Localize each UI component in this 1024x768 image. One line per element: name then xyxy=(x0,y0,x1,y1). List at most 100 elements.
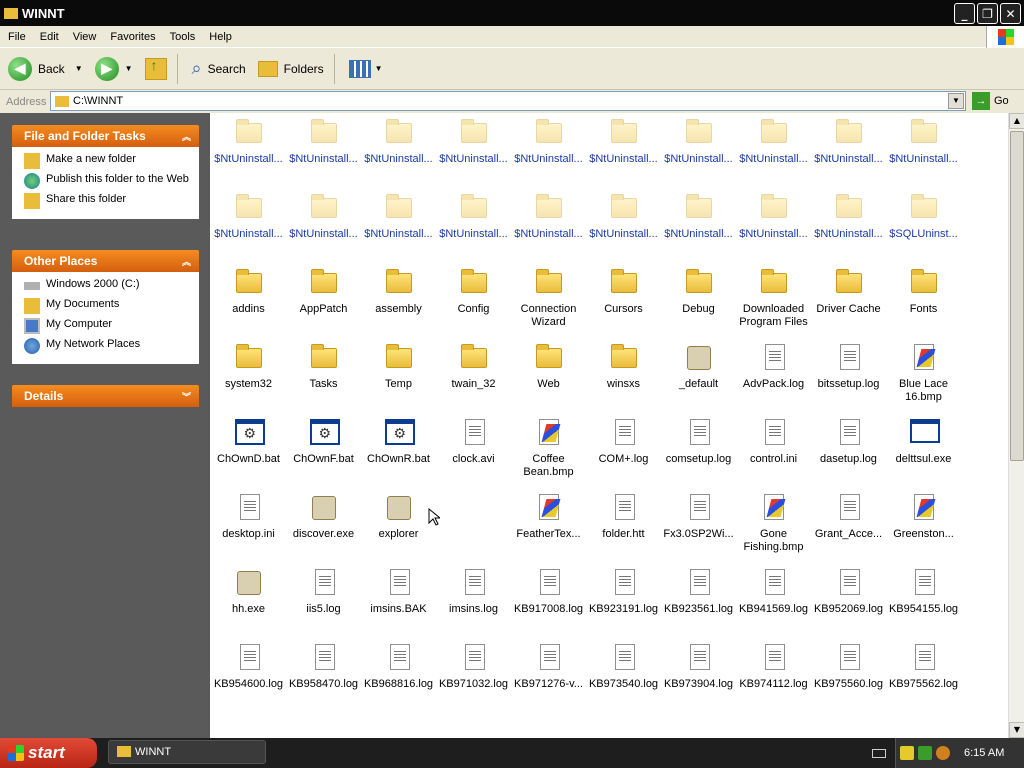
expand-chevron-icon[interactable]: ︾ xyxy=(182,390,191,403)
file-item[interactable]: Gone Fishing.bmp xyxy=(736,492,811,554)
file-item[interactable]: Cursors xyxy=(586,267,661,316)
scroll-thumb[interactable] xyxy=(1010,131,1024,461)
file-item[interactable]: KB941569.log xyxy=(736,567,811,616)
file-item[interactable]: iis5.log xyxy=(286,567,361,616)
forward-button[interactable]: ▶ ▼ xyxy=(91,51,137,87)
taskbar-button-winnt[interactable]: WINNT xyxy=(108,740,266,764)
file-item[interactable]: hh.exe xyxy=(211,567,286,616)
task-publish-to-web[interactable]: Publish this folder to the Web xyxy=(24,173,199,193)
file-item[interactable]: clock.avi xyxy=(436,417,511,466)
menu-tools[interactable]: Tools xyxy=(164,31,202,43)
file-item[interactable]: delttsul.exe xyxy=(886,417,961,466)
file-item[interactable]: $NtUninstall... xyxy=(736,192,811,241)
menu-file[interactable]: File xyxy=(2,31,32,43)
file-item[interactable]: $NtUninstall... xyxy=(511,117,586,166)
file-item[interactable]: $NtUninstall... xyxy=(436,192,511,241)
file-item[interactable]: system32 xyxy=(211,342,286,391)
file-item[interactable]: Config xyxy=(436,267,511,316)
file-item[interactable]: KB973540.log xyxy=(586,642,661,691)
file-item[interactable]: KB958470.log xyxy=(286,642,361,691)
file-item[interactable]: Web xyxy=(511,342,586,391)
file-list-view[interactable]: $NtUninstall... $NtUninstall... $NtUninsta… xyxy=(210,113,1008,738)
place-my-documents[interactable]: My Documents xyxy=(24,298,199,318)
file-item[interactable]: KB923191.log xyxy=(586,567,661,616)
file-item[interactable]: ChOwnR.bat xyxy=(361,417,436,466)
search-button[interactable]: ⌕ Search xyxy=(188,51,250,87)
file-item[interactable]: KB971276-v... xyxy=(511,642,586,691)
file-item[interactable]: Blue Lace 16.bmp xyxy=(886,342,961,404)
file-item[interactable]: control.ini xyxy=(736,417,811,466)
other-places-header[interactable]: Other Places ︽ xyxy=(12,250,199,272)
file-item[interactable]: desktop.ini xyxy=(211,492,286,541)
folders-button[interactable]: Folders xyxy=(254,51,328,87)
file-item[interactable]: discover.exe xyxy=(286,492,361,541)
file-item[interactable]: $NtUninstall... xyxy=(211,117,286,166)
place-my-computer[interactable]: My Computer xyxy=(24,318,199,338)
file-item[interactable]: $NtUninstall... xyxy=(286,117,361,166)
maximize-button[interactable]: ❐ xyxy=(977,3,998,24)
file-item[interactable]: Fx3.0SP2Wi... xyxy=(661,492,736,541)
security-shield-icon[interactable] xyxy=(900,746,914,760)
file-item[interactable]: $NtUninstall... xyxy=(661,192,736,241)
close-button[interactable]: ✕ xyxy=(1000,3,1021,24)
file-item[interactable]: KB975562.log xyxy=(886,642,961,691)
collapse-chevron-icon[interactable]: ︽ xyxy=(182,255,191,268)
search-icon[interactable] xyxy=(936,746,950,760)
file-item[interactable]: COM+.log xyxy=(586,417,661,466)
file-item[interactable]: KB975560.log xyxy=(811,642,886,691)
place-my-network-places[interactable]: My Network Places xyxy=(24,338,199,358)
file-item[interactable]: Driver Cache xyxy=(811,267,886,316)
address-dropdown-button[interactable]: ▼ xyxy=(948,93,964,109)
chevron-down-icon[interactable]: ▼ xyxy=(125,64,133,73)
menu-view[interactable]: View xyxy=(67,31,103,43)
file-item[interactable]: $NtUninstall... xyxy=(811,192,886,241)
vertical-scrollbar[interactable]: ▲ ▼ xyxy=(1008,113,1024,738)
scroll-down-button[interactable]: ▼ xyxy=(1009,722,1024,738)
file-item[interactable]: KB968816.log xyxy=(361,642,436,691)
minimize-button[interactable]: _ xyxy=(954,3,975,24)
chevron-down-icon[interactable]: ▼ xyxy=(375,64,383,73)
menu-edit[interactable]: Edit xyxy=(34,31,65,43)
file-item[interactable]: Temp xyxy=(361,342,436,391)
up-folder-button[interactable]: ↑ xyxy=(141,51,171,87)
scroll-up-button[interactable]: ▲ xyxy=(1009,113,1024,129)
file-item[interactable]: $NtUninstall... xyxy=(361,192,436,241)
network-icon[interactable] xyxy=(918,746,932,760)
menu-help[interactable]: Help xyxy=(203,31,238,43)
address-input[interactable]: C:\WINNT ▼ xyxy=(50,91,966,111)
file-item[interactable]: addins xyxy=(211,267,286,316)
file-item[interactable]: imsins.log xyxy=(436,567,511,616)
details-header[interactable]: Details ︾ xyxy=(12,385,199,407)
file-item[interactable]: $NtUninstall... xyxy=(661,117,736,166)
file-item[interactable]: FeatherTex... xyxy=(511,492,586,541)
file-item[interactable]: AdvPack.log xyxy=(736,342,811,391)
file-item[interactable]: comsetup.log xyxy=(661,417,736,466)
file-item[interactable]: folder.htt xyxy=(586,492,661,541)
file-item[interactable]: $NtUninstall... xyxy=(436,117,511,166)
file-item[interactable]: KB971032.log xyxy=(436,642,511,691)
clock[interactable]: 6:15 AM xyxy=(964,747,1004,759)
file-item[interactable]: $NtUninstall... xyxy=(586,192,661,241)
file-item[interactable]: dasetup.log xyxy=(811,417,886,466)
file-item[interactable]: KB954155.log xyxy=(886,567,961,616)
go-button[interactable]: → Go xyxy=(972,92,1009,110)
file-item[interactable]: $NtUninstall... xyxy=(511,192,586,241)
file-item[interactable]: Connection Wizard xyxy=(511,267,586,329)
file-item[interactable]: KB923561.log xyxy=(661,567,736,616)
file-item[interactable]: Grant_Acce... xyxy=(811,492,886,541)
file-item[interactable]: _default xyxy=(661,342,736,391)
file-item[interactable]: Greenston... xyxy=(886,492,961,541)
file-item[interactable]: bitssetup.log xyxy=(811,342,886,391)
file-item[interactable]: AppPatch xyxy=(286,267,361,316)
file-item[interactable]: $NtUninstall... xyxy=(361,117,436,166)
file-item[interactable]: KB952069.log xyxy=(811,567,886,616)
keyboard-icon[interactable] xyxy=(872,749,886,758)
chevron-down-icon[interactable]: ▼ xyxy=(75,64,83,73)
file-item[interactable]: $NtUninstall... xyxy=(211,192,286,241)
file-item[interactable]: ChOwnD.bat xyxy=(211,417,286,466)
file-item[interactable]: Tasks xyxy=(286,342,361,391)
file-item[interactable] xyxy=(436,492,511,528)
file-item[interactable]: winsxs xyxy=(586,342,661,391)
file-item[interactable]: Debug xyxy=(661,267,736,316)
collapse-chevron-icon[interactable]: ︽ xyxy=(182,130,191,143)
